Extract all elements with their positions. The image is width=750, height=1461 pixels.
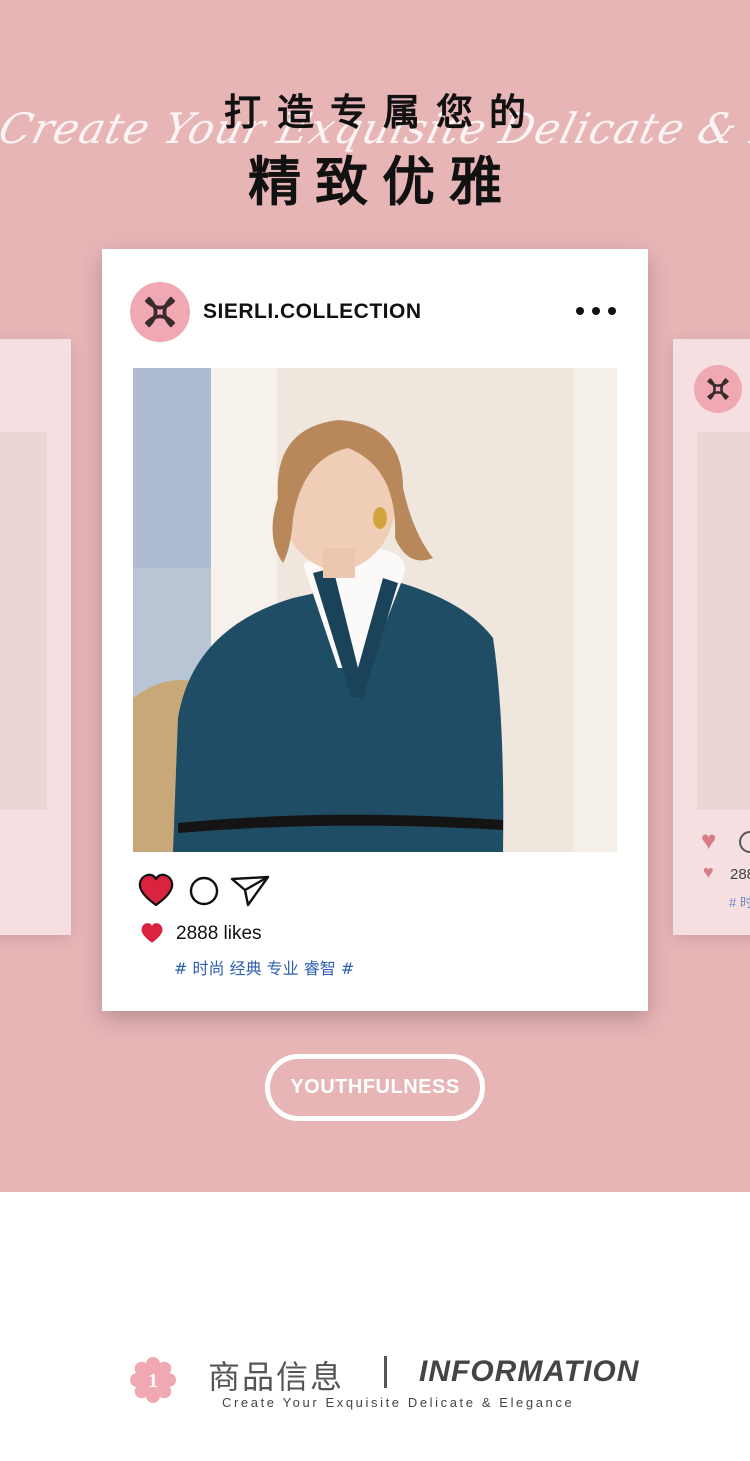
brand-logo-icon	[145, 297, 175, 327]
paper-plane-icon	[230, 875, 270, 907]
hero-title-line1: 打造专属您的	[224, 91, 542, 134]
hero-section: Create Your Exquisite Delicate & Eleganc…	[0, 0, 750, 1192]
like-button[interactable]	[138, 873, 174, 912]
ghost-card-image	[697, 432, 750, 810]
likes-count: 2888 likes	[176, 923, 262, 944]
heart-icon	[140, 922, 164, 949]
comment-circle-icon	[739, 831, 750, 853]
ellipsis-icon	[592, 307, 600, 315]
hero-title-line2: 精致优雅	[248, 152, 516, 213]
ellipsis-icon	[576, 307, 584, 315]
section-title-en: INFORMATION	[419, 1355, 640, 1388]
ghost-likes-text: 288	[730, 866, 750, 883]
section-divider	[384, 1356, 387, 1388]
brand-avatar[interactable]	[130, 282, 190, 342]
section-title-zh: 商品信息	[208, 1358, 345, 1396]
section-subtitle: Create Your Exquisite Delicate & Eleganc…	[222, 1395, 575, 1410]
model-photo-illustration	[133, 368, 617, 852]
heart-icon: ♥	[701, 825, 717, 855]
post-photo	[133, 368, 617, 852]
share-button[interactable]	[230, 875, 270, 912]
post-card: SIERLI.COLLECTION 2888 likes # 时尚 经典 专业 …	[102, 249, 648, 1011]
brand-logo-icon	[694, 365, 742, 413]
ghost-hashtag-text: # 时	[729, 895, 750, 910]
post-hashtags[interactable]: # 时尚 经典 专业 睿智 #	[174, 955, 354, 979]
comment-circle-icon	[189, 876, 219, 906]
youthfulness-badge[interactable]: YOUTHFULNESS	[265, 1054, 485, 1121]
heart-icon: ♥	[703, 862, 714, 882]
ghost-card-image	[0, 432, 47, 810]
more-options-button[interactable]	[576, 301, 616, 321]
comment-button[interactable]	[188, 875, 220, 912]
ghost-card-left	[0, 339, 71, 935]
ellipsis-icon	[608, 307, 616, 315]
section-number: 1	[148, 1370, 158, 1392]
post-username[interactable]: SIERLI.COLLECTION	[203, 300, 422, 324]
flower-badge-icon: 1	[130, 1357, 176, 1403]
section-number-badge: 1	[130, 1357, 176, 1403]
heart-filled-icon	[138, 873, 174, 907]
ghost-card-right: ♥ ♥ 288 # 时	[673, 339, 750, 935]
